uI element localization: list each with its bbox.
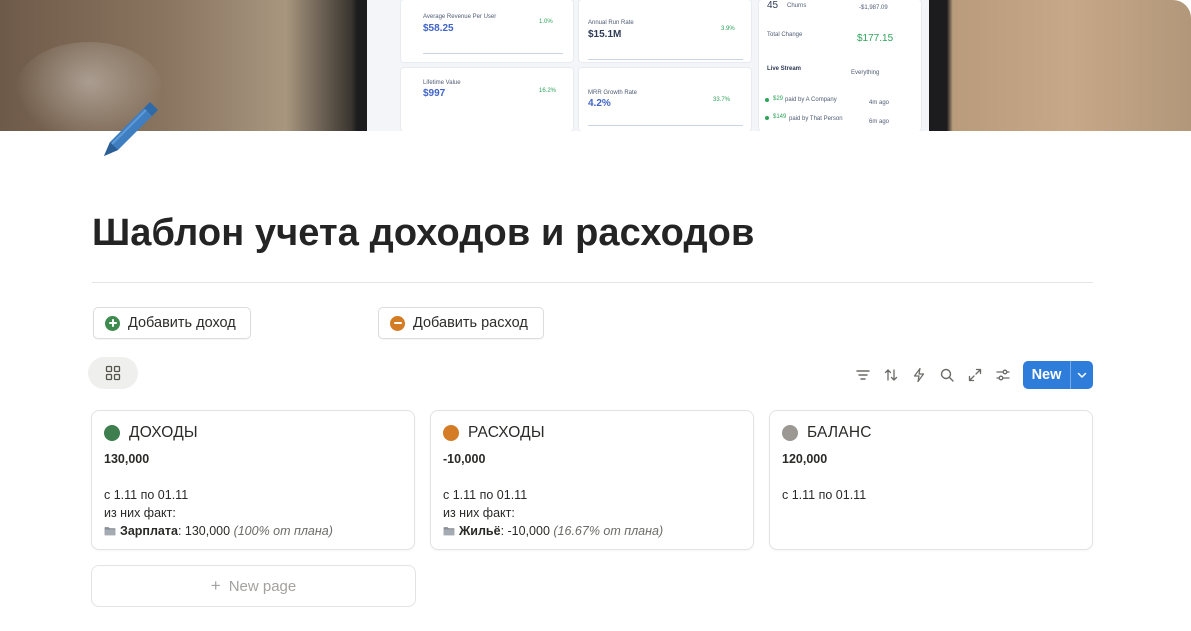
sparkline <box>588 50 743 60</box>
divider <box>92 282 1093 283</box>
card-fact-item: Жильё: -10,000 (16.67% от плана) <box>443 524 663 539</box>
lifetime-change: 16.2% <box>539 88 557 94</box>
run-rate-value: $15.1M <box>588 29 622 40</box>
fact-item-name: Жильё <box>459 524 501 538</box>
gallery-view-tab[interactable] <box>88 357 138 389</box>
stream-1-text: paid by A Company <box>785 97 837 103</box>
avg-revenue-value: $58.25 <box>423 23 454 34</box>
fact-item-note: (100% от плана) <box>233 524 333 538</box>
stream-1-time: 4m ago <box>869 100 890 106</box>
laptop-screen-dashboard: Average Revenue Per User $58.25 1.0% Ann… <box>367 0 929 131</box>
gallery-grid-icon <box>105 365 121 381</box>
sort-icon[interactable] <box>880 364 902 386</box>
page-title[interactable]: Шаблон учета доходов и расходов <box>92 212 754 255</box>
card-period: с 1.11 по 01.11 <box>443 488 528 502</box>
cover-image: Average Revenue Per User $58.25 1.0% Ann… <box>0 0 1191 131</box>
total-change-label: Total Change <box>767 32 803 38</box>
add-expense-button[interactable]: Добавить расход <box>378 307 544 339</box>
status-dot-icon <box>782 425 798 441</box>
card-income[interactable]: ДОХОДЫ 130,000 с 1.11 по 01.11 из них фа… <box>91 410 415 550</box>
search-icon[interactable] <box>936 364 958 386</box>
live-stream-label: Live Stream <box>767 66 802 72</box>
status-dot-icon <box>104 425 120 441</box>
card-fact-label: из них факт: <box>443 506 515 520</box>
card-amount: 130,000 <box>104 452 150 466</box>
lightning-icon[interactable] <box>908 364 930 386</box>
add-income-button[interactable]: Добавить доход <box>93 307 251 339</box>
plus-icon: + <box>210 576 221 595</box>
card-amount: -10,000 <box>443 452 486 466</box>
card-title: ДОХОДЫ <box>129 424 198 441</box>
card-title: БАЛАНС <box>807 424 872 441</box>
fact-item-name: Зарплата <box>120 524 178 538</box>
card-header: ДОХОДЫ <box>104 424 198 442</box>
churns-count: 45 <box>767 0 779 11</box>
total-change-value: $177.15 <box>857 33 894 44</box>
new-button-label: New <box>1031 367 1062 383</box>
folder-icon <box>104 525 116 539</box>
card-header: БАЛАНС <box>782 424 872 442</box>
minus-circle-icon <box>390 315 405 331</box>
avg-revenue-label: Average Revenue Per User <box>423 14 497 20</box>
churns-label: Churns <box>787 3 807 9</box>
expand-icon[interactable] <box>964 364 986 386</box>
mrr-label: MRR Growth Rate <box>588 90 638 96</box>
fact-item-note: (16.67% от плана) <box>553 524 664 538</box>
mrr-value: 4.2% <box>588 98 611 109</box>
card-title: РАСХОДЫ <box>468 424 545 441</box>
sparkline <box>588 116 743 126</box>
card-balance[interactable]: БАЛАНС 120,000 с 1.11 по 01.11 <box>769 410 1093 550</box>
everything-select: Everything <box>851 70 880 76</box>
card-fact-item: Зарплата: 130,000 (100% от плана) <box>104 524 333 539</box>
stream-dot <box>765 116 769 120</box>
dashboard-panel <box>401 68 573 131</box>
folder-icon <box>443 525 455 539</box>
chevron-down-icon[interactable] <box>1071 361 1093 389</box>
card-period: с 1.11 по 01.11 <box>104 488 189 502</box>
add-expense-label: Добавить расход <box>413 315 528 331</box>
new-button[interactable]: New <box>1023 361 1093 389</box>
card-fact-label: из них факт: <box>104 506 176 520</box>
card-period: с 1.11 по 01.11 <box>782 488 867 502</box>
stream-dot <box>765 98 769 102</box>
mrr-change: 33.7% <box>713 97 731 103</box>
card-expense[interactable]: РАСХОДЫ -10,000 с 1.11 по 01.11 из них ф… <box>430 410 754 550</box>
stream-2-text: paid by That Person <box>789 116 843 122</box>
stream-2-time: 6m ago <box>869 119 890 125</box>
lifetime-label: Lifetime Value <box>423 80 461 86</box>
stream-2-amount: $149 <box>773 114 787 120</box>
plus-circle-icon <box>105 315 120 331</box>
card-amount: 120,000 <box>782 452 828 466</box>
sparkline <box>423 44 563 54</box>
lifetime-value: $997 <box>423 88 446 99</box>
add-income-label: Добавить доход <box>128 315 236 331</box>
pencil-icon[interactable] <box>98 96 164 160</box>
stream-1-amount: $29 <box>773 96 784 102</box>
settings-sliders-icon[interactable] <box>992 364 1014 386</box>
avg-revenue-change: 1.0% <box>539 19 553 25</box>
churns-value: -$1,987.09 <box>859 5 888 11</box>
new-page-button[interactable]: + New page <box>91 565 416 607</box>
status-dot-icon <box>443 425 459 441</box>
run-rate-label: Annual Run Rate <box>588 20 634 26</box>
run-rate-change: 3.9% <box>721 26 735 32</box>
card-header: РАСХОДЫ <box>443 424 545 442</box>
new-page-label: New page <box>228 577 297 595</box>
filter-icon[interactable] <box>852 364 874 386</box>
fact-item-value: : -10,000 <box>500 524 550 538</box>
fact-item-value: : 130,000 <box>177 524 231 538</box>
